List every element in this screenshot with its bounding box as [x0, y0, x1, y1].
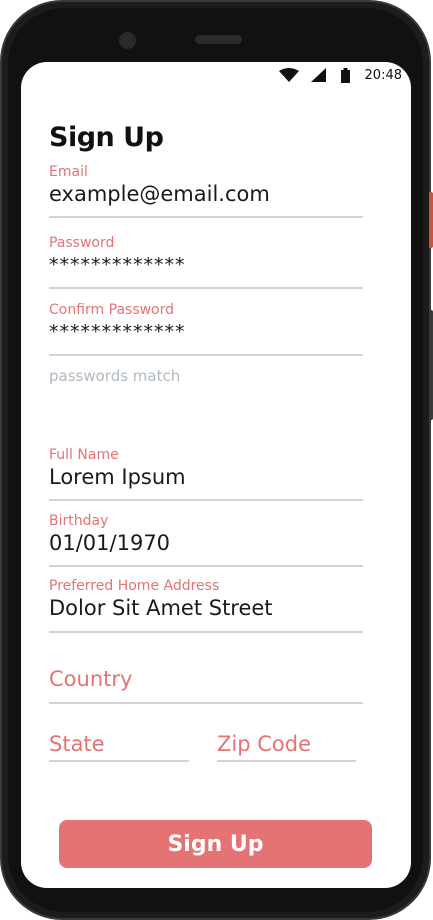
address-input[interactable]: Dolor Sit Amet Street: [49, 594, 363, 622]
password-match-hint: passwords match: [49, 367, 181, 385]
page-title: Sign Up: [49, 122, 164, 153]
password-input[interactable]: *************: [49, 251, 363, 279]
address-label: Preferred Home Address: [49, 578, 220, 594]
email-label: Email: [49, 164, 88, 180]
full-name-label: Full Name: [49, 447, 119, 463]
birthday-field[interactable]: Birthday 01/01/1970: [49, 513, 363, 567]
status-bar: 20:48: [21, 62, 411, 90]
zip-code-field[interactable]: Zip Code: [217, 730, 356, 762]
birthday-input[interactable]: 01/01/1970: [49, 529, 363, 557]
confirm-password-label: Confirm Password: [49, 302, 175, 318]
front-camera: [119, 32, 136, 49]
status-time: 20:48: [364, 68, 402, 83]
battery-icon: [341, 68, 350, 83]
wifi-icon: [279, 68, 299, 82]
cellular-signal-icon: [311, 68, 326, 82]
confirm-password-field[interactable]: Confirm Password *************: [49, 302, 363, 356]
state-field[interactable]: State: [49, 730, 189, 762]
country-input[interactable]: Country: [49, 665, 363, 693]
power-button: [429, 192, 433, 248]
address-field[interactable]: Preferred Home Address Dolor Sit Amet St…: [49, 578, 363, 633]
password-label: Password: [49, 235, 115, 251]
app-screen: 20:48 Sign Up Email example@email.com Pa…: [21, 62, 411, 888]
confirm-password-input[interactable]: *************: [49, 318, 363, 346]
password-field[interactable]: Password *************: [49, 235, 363, 289]
full-name-field[interactable]: Full Name Lorem Ipsum: [49, 447, 363, 501]
sign-up-button[interactable]: Sign Up: [59, 820, 372, 868]
state-input[interactable]: State: [49, 730, 189, 758]
email-field[interactable]: Email example@email.com: [49, 164, 363, 218]
country-field[interactable]: Country: [49, 665, 363, 704]
earpiece-speaker: [195, 35, 242, 44]
zip-code-input[interactable]: Zip Code: [217, 730, 356, 758]
volume-button: [429, 310, 433, 420]
full-name-input[interactable]: Lorem Ipsum: [49, 463, 363, 491]
birthday-label: Birthday: [49, 513, 109, 529]
email-input[interactable]: example@email.com: [49, 180, 363, 208]
